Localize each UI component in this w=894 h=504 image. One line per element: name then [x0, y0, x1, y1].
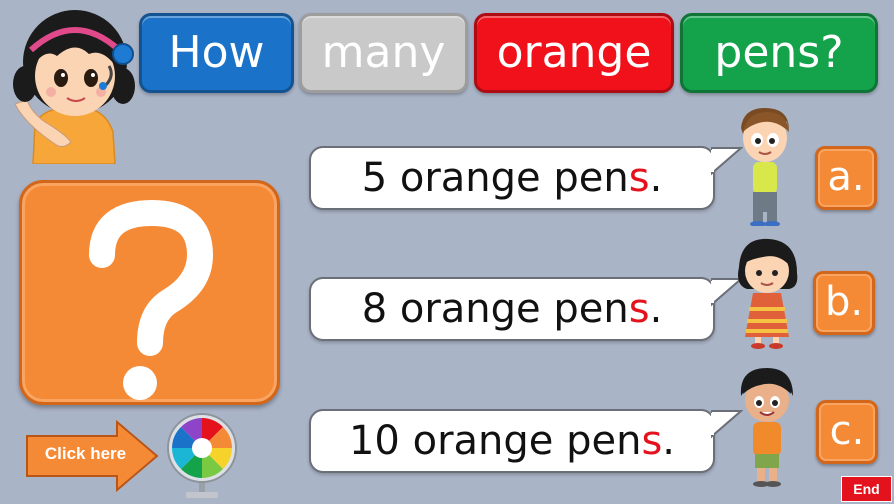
- teacher-girl-avatar: [5, 4, 140, 165]
- answer-highlight-c: s: [641, 418, 663, 464]
- answer-button-a[interactable]: a.: [815, 146, 877, 210]
- answer-text-b: 8 orange pen: [361, 286, 629, 332]
- click-here-button[interactable]: Click here: [33, 444, 138, 464]
- end-button[interactable]: End: [841, 476, 892, 502]
- answer-bubble-b: 8 orange pens.: [309, 277, 743, 341]
- answer-end-b: .: [649, 286, 663, 332]
- title-word-many: many: [299, 13, 468, 93]
- answer-bubble-a: 5 orange pens.: [309, 146, 743, 210]
- answer-highlight-b: s: [628, 286, 650, 332]
- answer-text-a: 5 orange pen: [361, 155, 629, 201]
- question-mark-icon: [89, 199, 214, 400]
- title-word-pens: pens?: [680, 13, 878, 93]
- question-box[interactable]: [19, 180, 280, 405]
- boy-character: [733, 104, 795, 227]
- answer-text-c: 10 orange pen: [348, 418, 642, 464]
- answer-bubble-c: 10 orange pens.: [309, 409, 743, 473]
- girl-character: [733, 233, 803, 349]
- boy-character-2: [735, 364, 797, 490]
- title-word-orange: orange: [474, 13, 674, 93]
- answer-button-b[interactable]: b.: [813, 271, 875, 335]
- answer-end-a: .: [649, 155, 663, 201]
- answer-highlight-a: s: [628, 155, 650, 201]
- answer-button-c[interactable]: c.: [816, 400, 878, 464]
- color-wheel-icon[interactable]: [166, 412, 238, 500]
- answer-end-c: .: [662, 418, 676, 464]
- title-word-how: How: [139, 13, 294, 93]
